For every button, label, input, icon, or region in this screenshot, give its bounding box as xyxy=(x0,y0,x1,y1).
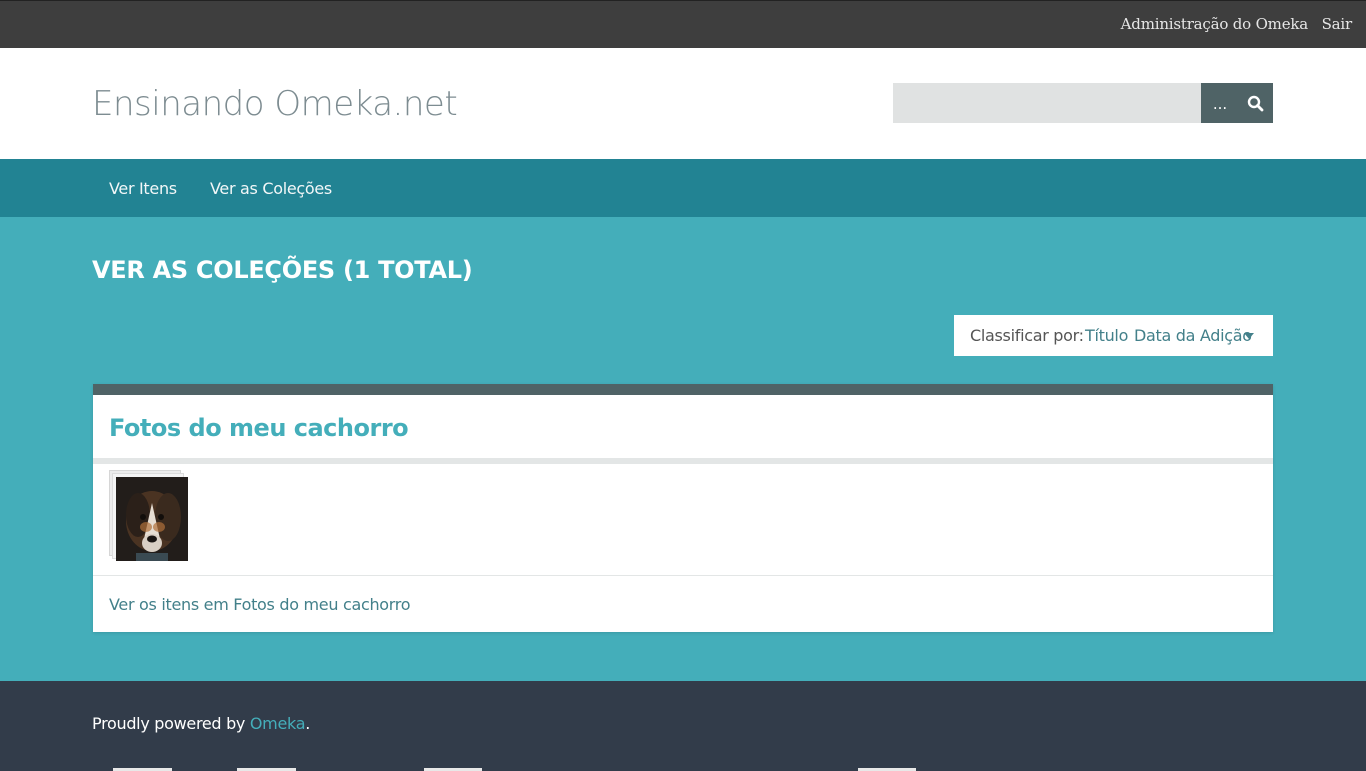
main-nav: Ver Itens Ver as Coleções xyxy=(0,159,1366,217)
collection-card: Fotos do meu cachorro Ver os itens em Fo… xyxy=(93,384,1273,632)
collection-thumbnail[interactable] xyxy=(109,470,188,561)
card-top-bar xyxy=(93,384,1273,395)
admin-bar: Administração do Omeka Sair xyxy=(0,0,1366,48)
caret-down-icon xyxy=(1244,333,1254,339)
site-title[interactable]: Ensinando Omeka.net xyxy=(92,84,458,124)
nav-item-items[interactable]: Ver Itens xyxy=(109,179,177,198)
search-input[interactable] xyxy=(893,83,1201,123)
search-options-button[interactable]: ... xyxy=(1201,83,1239,123)
omeka-link[interactable]: Omeka xyxy=(250,714,306,733)
sort-by-date-added[interactable]: Data da Adição xyxy=(1134,326,1252,345)
search-icon xyxy=(1247,95,1264,112)
admin-link[interactable]: Administração do Omeka xyxy=(1121,15,1309,33)
search-button[interactable] xyxy=(1239,83,1273,123)
site-header: Ensinando Omeka.net ... xyxy=(0,48,1366,159)
sort-label: Classificar por: xyxy=(970,326,1084,345)
powered-by-text: Proudly powered by Omeka. xyxy=(92,714,311,733)
dog-photo xyxy=(116,477,188,561)
divider xyxy=(93,575,1273,576)
footer: Proudly powered by Omeka. xyxy=(0,681,1366,771)
logout-link[interactable]: Sair xyxy=(1322,15,1353,33)
page-title: VER AS COLEÇÕES (1 TOTAL) xyxy=(92,256,473,284)
nav-item-collections[interactable]: Ver as Coleções xyxy=(210,179,332,198)
sort-by-title[interactable]: Título xyxy=(1085,326,1128,345)
divider xyxy=(93,458,1273,464)
collection-title[interactable]: Fotos do meu cachorro xyxy=(109,414,409,442)
view-items-link[interactable]: Ver os itens em Fotos do meu cachorro xyxy=(109,595,411,614)
sort-links: Classificar por: Título Data da Adição xyxy=(954,315,1273,356)
